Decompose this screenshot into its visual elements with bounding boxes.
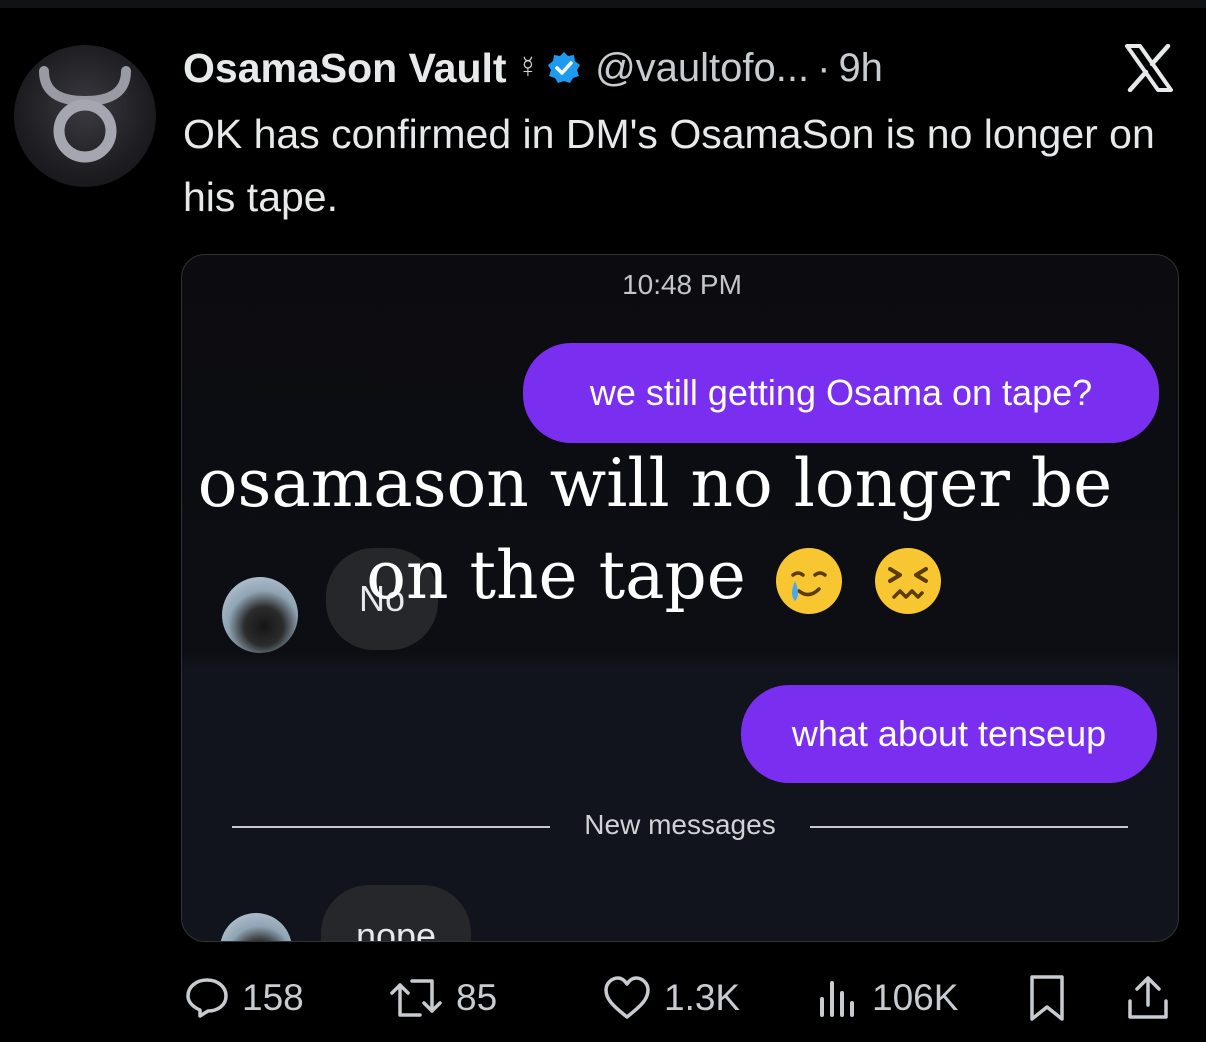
reply-button[interactable]: 158 bbox=[184, 968, 304, 1028]
overlay-caption-text: osamason will no longer be on the tape bbox=[197, 445, 1113, 614]
dm-timestamp: 10:48 PM bbox=[622, 269, 742, 300]
header-separator: · bbox=[817, 45, 831, 90]
top-border bbox=[0, 0, 1206, 8]
like-count: 1.3K bbox=[664, 977, 741, 1018]
dm-bubble-incoming: nope bbox=[321, 885, 471, 941]
author-avatar[interactable] bbox=[14, 45, 156, 187]
x-logo-icon[interactable] bbox=[1124, 44, 1174, 92]
tweet-header: OsamaSon Vault ☿ @vaultofo... · 9h bbox=[183, 40, 883, 96]
taurus-symbol-icon bbox=[39, 66, 131, 163]
bookmark-icon bbox=[1030, 975, 1064, 1021]
dm-contact-avatar bbox=[220, 913, 292, 941]
divider-line bbox=[810, 826, 1128, 828]
view-count: 106K bbox=[872, 977, 959, 1018]
like-button[interactable]: 1.3K bbox=[602, 968, 740, 1028]
verified-badge-icon bbox=[547, 51, 581, 85]
author-handle[interactable]: @vaultofo... bbox=[595, 46, 809, 91]
confounded-face-emoji bbox=[874, 548, 941, 614]
tweet-actions: 158 85 1.3K 106K bbox=[0, 968, 1206, 1028]
new-messages-label: New messages bbox=[584, 809, 776, 840]
crying-smile-emoji bbox=[775, 548, 842, 614]
divider-line bbox=[232, 826, 550, 828]
dm-bubble-outgoing: what about tenseup bbox=[741, 685, 1157, 783]
repost-count: 85 bbox=[456, 977, 498, 1018]
dm-bubble-outgoing: we still getting Osama on tape? bbox=[523, 343, 1159, 443]
reply-count: 158 bbox=[242, 977, 304, 1018]
repost-button[interactable]: 85 bbox=[388, 968, 497, 1028]
like-icon bbox=[604, 976, 650, 1019]
mercury-symbol: ☿ bbox=[516, 51, 540, 84]
tweet-time[interactable]: 9h bbox=[838, 46, 883, 91]
reply-icon bbox=[186, 978, 228, 1018]
share-button[interactable] bbox=[1124, 968, 1184, 1028]
overlay-caption: osamason will no longer be on the tape bbox=[150, 438, 1160, 622]
views-button[interactable]: 106K bbox=[814, 968, 958, 1028]
share-icon bbox=[1128, 976, 1168, 1019]
bookmark-button[interactable] bbox=[1026, 968, 1080, 1028]
views-icon bbox=[820, 981, 854, 1017]
author-name[interactable]: OsamaSon Vault bbox=[183, 45, 507, 92]
tweet-text: OK has confirmed in DM's OsamaSon is no … bbox=[183, 111, 1155, 220]
repost-icon bbox=[390, 979, 442, 1017]
